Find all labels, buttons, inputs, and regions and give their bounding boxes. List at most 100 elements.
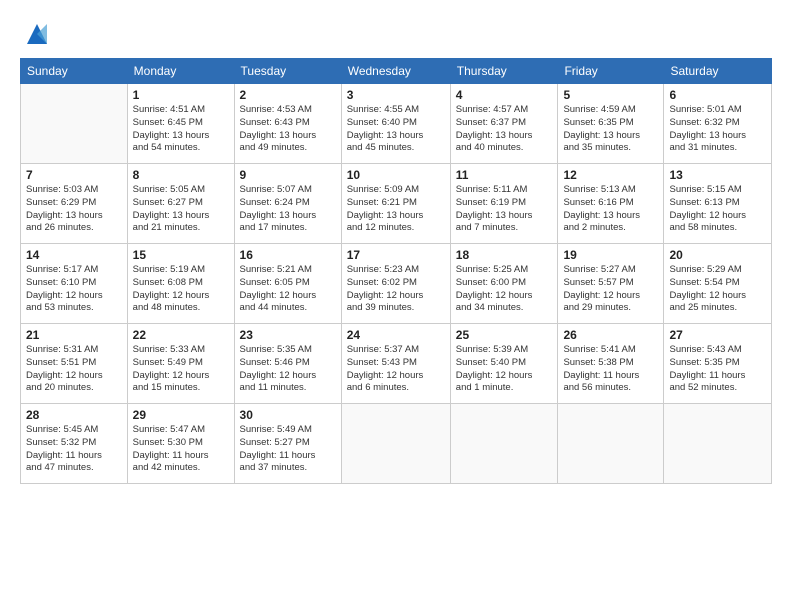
calendar-cell: 13 Sunrise: 5:15 AM Sunset: 6:13 PM Dayli… — [664, 164, 772, 244]
calendar-cell: 1 Sunrise: 4:51 AM Sunset: 6:45 PM Daylig… — [127, 84, 234, 164]
cell-date: 4 — [456, 88, 553, 102]
cell-info: Sunrise: 5:11 AM Sunset: 6:19 PM Dayligh… — [456, 184, 553, 235]
calendar-cell — [341, 404, 450, 484]
cell-date: 7 — [26, 168, 122, 182]
page: SundayMondayTuesdayWednesdayThursdayFrid… — [0, 0, 792, 612]
cell-info: Sunrise: 5:31 AM Sunset: 5:51 PM Dayligh… — [26, 344, 122, 395]
cell-info: Sunrise: 5:15 AM Sunset: 6:13 PM Dayligh… — [669, 184, 766, 235]
calendar-cell: 10Sunrise: 5:09 AM Sunset: 6:21 PM Dayli… — [341, 164, 450, 244]
cell-date: 25 — [456, 328, 553, 342]
weekday-header-saturday: Saturday — [664, 59, 772, 84]
weekday-header-thursday: Thursday — [450, 59, 558, 84]
calendar-cell: 11Sunrise: 5:11 AM Sunset: 6:19 PM Dayli… — [450, 164, 558, 244]
cell-info: Sunrise: 5:21 AM Sunset: 6:05 PM Dayligh… — [240, 264, 336, 315]
logo-icon — [23, 20, 51, 48]
calendar-cell — [21, 84, 128, 164]
cell-info: Sunrise: 4:57 AM Sunset: 6:37 PM Dayligh… — [456, 104, 553, 155]
cell-info: Sunrise: 5:29 AM Sunset: 5:54 PM Dayligh… — [669, 264, 766, 315]
cell-date: 18 — [456, 248, 553, 262]
cell-date: 14 — [26, 248, 122, 262]
calendar: SundayMondayTuesdayWednesdayThursdayFrid… — [20, 58, 772, 484]
logo — [20, 18, 51, 48]
cell-date: 26 — [563, 328, 658, 342]
cell-date: 5 — [563, 88, 658, 102]
header — [20, 18, 772, 48]
calendar-cell: 7 Sunrise: 5:03 AM Sunset: 6:29 PM Daylig… — [21, 164, 128, 244]
cell-info: Sunrise: 5:49 AM Sunset: 5:27 PM Dayligh… — [240, 424, 336, 475]
cell-info: Sunrise: 5:47 AM Sunset: 5:30 PM Dayligh… — [133, 424, 229, 475]
calendar-cell: 6 Sunrise: 5:01 AM Sunset: 6:32 PM Daylig… — [664, 84, 772, 164]
cell-date: 6 — [669, 88, 766, 102]
cell-date: 21 — [26, 328, 122, 342]
calendar-cell: 26 Sunrise: 5:41 AM Sunset: 5:38 PM Dayli… — [558, 324, 664, 404]
calendar-cell — [558, 404, 664, 484]
calendar-cell: 18 Sunrise: 5:25 AM Sunset: 6:00 PM Dayli… — [450, 244, 558, 324]
calendar-cell: 19 Sunrise: 5:27 AM Sunset: 5:57 PM Dayli… — [558, 244, 664, 324]
cell-info: Sunrise: 5:27 AM Sunset: 5:57 PM Dayligh… — [563, 264, 658, 315]
cell-date: 2 — [240, 88, 336, 102]
week-row-4: 21 Sunrise: 5:31 AM Sunset: 5:51 PM Dayli… — [21, 324, 772, 404]
week-row-3: 14 Sunrise: 5:17 AM Sunset: 6:10 PM Dayli… — [21, 244, 772, 324]
cell-info: Sunrise: 5:09 AM Sunset: 6:21 PM Dayligh… — [347, 184, 445, 235]
cell-info: Sunrise: 5:07 AM Sunset: 6:24 PM Dayligh… — [240, 184, 336, 235]
cell-info: Sunrise: 5:41 AM Sunset: 5:38 PM Dayligh… — [563, 344, 658, 395]
cell-date: 15 — [133, 248, 229, 262]
cell-info: Sunrise: 5:13 AM Sunset: 6:16 PM Dayligh… — [563, 184, 658, 235]
cell-info: Sunrise: 5:19 AM Sunset: 6:08 PM Dayligh… — [133, 264, 229, 315]
cell-info: Sunrise: 5:01 AM Sunset: 6:32 PM Dayligh… — [669, 104, 766, 155]
cell-date: 30 — [240, 408, 336, 422]
weekday-header-row: SundayMondayTuesdayWednesdayThursdayFrid… — [21, 59, 772, 84]
calendar-cell: 29 Sunrise: 5:47 AM Sunset: 5:30 PM Dayli… — [127, 404, 234, 484]
calendar-cell: 14 Sunrise: 5:17 AM Sunset: 6:10 PM Dayli… — [21, 244, 128, 324]
cell-info: Sunrise: 5:35 AM Sunset: 5:46 PM Dayligh… — [240, 344, 336, 395]
cell-info: Sunrise: 5:45 AM Sunset: 5:32 PM Dayligh… — [26, 424, 122, 475]
week-row-1: 1 Sunrise: 4:51 AM Sunset: 6:45 PM Daylig… — [21, 84, 772, 164]
calendar-cell: 3 Sunrise: 4:55 AM Sunset: 6:40 PM Daylig… — [341, 84, 450, 164]
weekday-header-wednesday: Wednesday — [341, 59, 450, 84]
cell-info: Sunrise: 5:05 AM Sunset: 6:27 PM Dayligh… — [133, 184, 229, 235]
cell-date: 13 — [669, 168, 766, 182]
calendar-cell: 20 Sunrise: 5:29 AM Sunset: 5:54 PM Dayli… — [664, 244, 772, 324]
calendar-cell: 8 Sunrise: 5:05 AM Sunset: 6:27 PM Daylig… — [127, 164, 234, 244]
calendar-cell: 30 Sunrise: 5:49 AM Sunset: 5:27 PM Dayli… — [234, 404, 341, 484]
cell-info: Sunrise: 4:53 AM Sunset: 6:43 PM Dayligh… — [240, 104, 336, 155]
cell-date: 29 — [133, 408, 229, 422]
cell-info: Sunrise: 5:23 AM Sunset: 6:02 PM Dayligh… — [347, 264, 445, 315]
cell-date: 19 — [563, 248, 658, 262]
weekday-header-monday: Monday — [127, 59, 234, 84]
calendar-cell: 24Sunrise: 5:37 AM Sunset: 5:43 PM Dayli… — [341, 324, 450, 404]
calendar-cell — [664, 404, 772, 484]
calendar-cell: 25 Sunrise: 5:39 AM Sunset: 5:40 PM Dayli… — [450, 324, 558, 404]
cell-date: 17 — [347, 248, 445, 262]
cell-info: Sunrise: 4:55 AM Sunset: 6:40 PM Dayligh… — [347, 104, 445, 155]
calendar-cell — [450, 404, 558, 484]
cell-info: Sunrise: 4:51 AM Sunset: 6:45 PM Dayligh… — [133, 104, 229, 155]
calendar-cell: 2 Sunrise: 4:53 AM Sunset: 6:43 PM Daylig… — [234, 84, 341, 164]
week-row-5: 28Sunrise: 5:45 AM Sunset: 5:32 PM Dayli… — [21, 404, 772, 484]
cell-date: 20 — [669, 248, 766, 262]
cell-date: 1 — [133, 88, 229, 102]
cell-date: 24 — [347, 328, 445, 342]
cell-date: 16 — [240, 248, 336, 262]
calendar-cell: 15 Sunrise: 5:19 AM Sunset: 6:08 PM Dayli… — [127, 244, 234, 324]
cell-date: 22 — [133, 328, 229, 342]
cell-info: Sunrise: 5:17 AM Sunset: 6:10 PM Dayligh… — [26, 264, 122, 315]
calendar-cell: 12 Sunrise: 5:13 AM Sunset: 6:16 PM Dayli… — [558, 164, 664, 244]
calendar-cell: 28Sunrise: 5:45 AM Sunset: 5:32 PM Dayli… — [21, 404, 128, 484]
cell-info: Sunrise: 5:33 AM Sunset: 5:49 PM Dayligh… — [133, 344, 229, 395]
cell-date: 3 — [347, 88, 445, 102]
calendar-cell: 5 Sunrise: 4:59 AM Sunset: 6:35 PM Daylig… — [558, 84, 664, 164]
cell-info: Sunrise: 5:03 AM Sunset: 6:29 PM Dayligh… — [26, 184, 122, 235]
cell-date: 27 — [669, 328, 766, 342]
calendar-cell: 23Sunrise: 5:35 AM Sunset: 5:46 PM Dayli… — [234, 324, 341, 404]
cell-date: 8 — [133, 168, 229, 182]
cell-date: 9 — [240, 168, 336, 182]
cell-info: Sunrise: 4:59 AM Sunset: 6:35 PM Dayligh… — [563, 104, 658, 155]
cell-info: Sunrise: 5:39 AM Sunset: 5:40 PM Dayligh… — [456, 344, 553, 395]
calendar-cell: 22 Sunrise: 5:33 AM Sunset: 5:49 PM Dayli… — [127, 324, 234, 404]
calendar-cell: 21 Sunrise: 5:31 AM Sunset: 5:51 PM Dayli… — [21, 324, 128, 404]
calendar-cell: 17 Sunrise: 5:23 AM Sunset: 6:02 PM Dayli… — [341, 244, 450, 324]
calendar-cell: 9 Sunrise: 5:07 AM Sunset: 6:24 PM Daylig… — [234, 164, 341, 244]
cell-info: Sunrise: 5:25 AM Sunset: 6:00 PM Dayligh… — [456, 264, 553, 315]
cell-date: 12 — [563, 168, 658, 182]
